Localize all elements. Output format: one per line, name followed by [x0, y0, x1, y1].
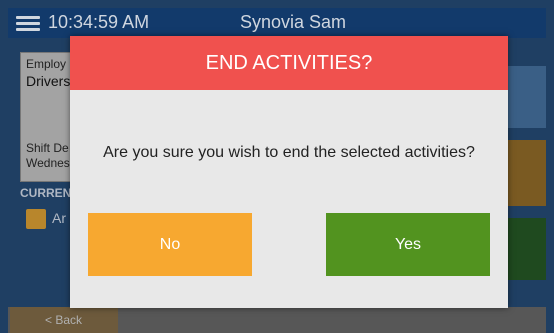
end-activities-dialog: END ACTIVITIES? Are you sure you wish to…: [70, 36, 508, 308]
background-button-1: [508, 66, 546, 128]
top-bar: 10:34:59 AM Synovia Sam: [8, 8, 546, 38]
no-button[interactable]: No: [88, 213, 252, 276]
yes-button-label: Yes: [394, 236, 422, 253]
back-label: < Back: [45, 313, 83, 327]
background-button-3: [508, 218, 546, 280]
dialog-header: END ACTIVITIES?: [70, 36, 508, 90]
user-name: Synovia Sam: [240, 12, 347, 32]
employee-value: Drivers: [26, 73, 71, 89]
dialog-title: END ACTIVITIES?: [205, 52, 373, 74]
clock: 10:34:59 AM: [48, 12, 150, 32]
current-activities-label: CURREN: [20, 186, 72, 200]
activity-text: Ar: [52, 210, 66, 226]
employee-label: Employ: [26, 57, 67, 71]
no-button-label: No: [159, 236, 181, 253]
background-button-2: [508, 140, 546, 206]
menu-icon[interactable]: [16, 16, 40, 32]
app-screen: 10:34:59 AM Synovia Sam Employ Drivers S…: [0, 0, 554, 333]
yes-button[interactable]: Yes: [326, 213, 490, 276]
shift-label: Shift De: [26, 141, 69, 155]
dialog-message: Are you sure you wish to end the selecte…: [103, 144, 475, 161]
shift-value: Wednes: [26, 156, 70, 170]
activity-checkbox[interactable]: [26, 209, 46, 229]
